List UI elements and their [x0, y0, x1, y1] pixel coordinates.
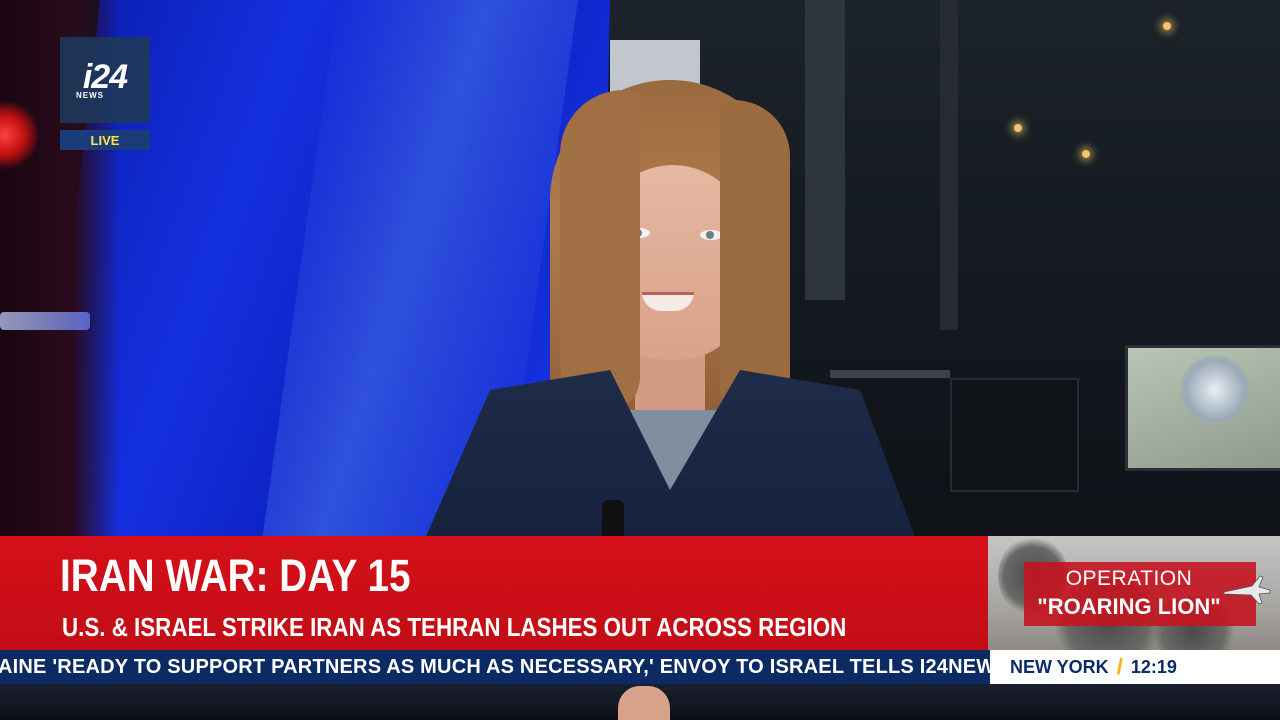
presenter [420, 80, 920, 550]
world-clock: NEW YORK / 12:19 [990, 650, 1280, 684]
lapel-microphone [602, 500, 624, 540]
promo-title-line1: OPERATION [1065, 567, 1193, 590]
newsroom-screen [950, 378, 1079, 492]
subheadline: U.S. & ISRAEL STRIKE IRAN AS TEHRAN LASH… [62, 612, 847, 642]
fighter-jet-icon [1223, 575, 1271, 605]
ceiling-lamp [1082, 150, 1090, 158]
presenter-hair-right [720, 100, 790, 420]
logo-subtext: NEWS [76, 90, 104, 100]
news-ticker: AINE 'READY TO SUPPORT PARTNERS AS MUCH … [0, 650, 990, 684]
live-badge: LIVE [60, 130, 150, 150]
ceiling-lamp [1014, 124, 1022, 132]
clock-time: 12:19 [1130, 656, 1177, 677]
desk-light [0, 312, 90, 330]
ticker-text: AINE 'READY TO SUPPORT PARTNERS AS MUCH … [0, 656, 990, 678]
presenter-eye [700, 230, 722, 240]
presenter-hand [618, 686, 670, 720]
promo-title-line2: "ROARING LION" [1037, 594, 1221, 619]
ceiling-lamp [1163, 22, 1171, 30]
presenter-hair-left [560, 90, 640, 410]
channel-logo: i24 NEWS [60, 37, 150, 123]
logo-text: i24 [82, 57, 128, 96]
clock-city: NEW YORK [1010, 656, 1109, 677]
clock-separator: / [1116, 654, 1123, 679]
monitor-figure [1180, 355, 1250, 425]
headline: IRAN WAR: DAY 15 [60, 550, 411, 601]
